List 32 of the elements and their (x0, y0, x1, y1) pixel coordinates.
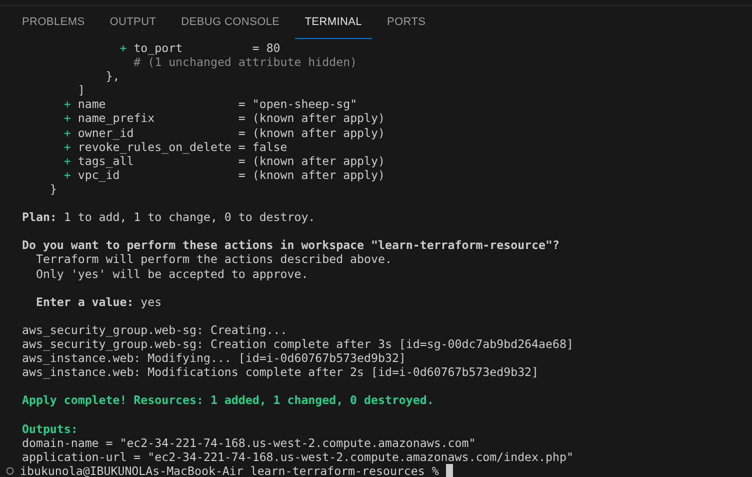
circle-icon (6, 466, 14, 475)
output-line: Only 'yes' will be accepted to approve. (34, 266, 308, 281)
output-line: application-url = "ec2-34-221-74-168.us-west-2.compute.amazonaws.com/index.php" (22, 450, 574, 464)
output-line: ] (76, 83, 85, 98)
diff-line: + to_port = 80 (118, 41, 280, 56)
output-line: domain-name = "ec2-34-221-74-168.us-west-2.compute.amazonaws.com" (22, 436, 476, 450)
output-line: } (48, 182, 57, 196)
panel-tab[interactable]: TERMINAL (294, 6, 372, 39)
success-message: Outputs: (22, 422, 78, 436)
diff-line: + name_prefix = (known after apply) (62, 111, 385, 126)
output-line: Terraform will perform the actions described above. (34, 252, 392, 266)
prompt-question: Do you want to perform these actions in workspace "learn-terraform-resource"? (22, 238, 560, 252)
diff-line: + name = "open-sheep-sg" (62, 97, 358, 112)
panel-tab[interactable]: PORTS (376, 6, 436, 39)
panel-tab[interactable]: DEBUG CONSOLE (171, 6, 290, 39)
comment-line: # (1 unchanged attribute hidden) (132, 55, 358, 70)
shell-prompt: ibukunola@IBUKUNOLAs-MacBook-Air learn-terraform-resources % (20, 464, 439, 477)
diff-line: + vpc_id = (known after apply) (62, 168, 385, 182)
panel-tab[interactable]: PROBLEMS (12, 6, 95, 39)
success-message: Apply complete! Resources: 1 added, 1 changed, 0 destroyed. (22, 393, 434, 408)
output-line: }, (104, 69, 120, 84)
output-line: aws_security_group.web-sg: Creating... (22, 322, 288, 337)
output-line: Enter a value: yes (34, 294, 162, 309)
panel-tab[interactable]: OUTPUT (100, 6, 166, 39)
output-line: aws_instance.web: Modifications complete after 2s [id=i-0d60767b573ed9b32] (22, 365, 539, 380)
diff-line: + owner_id = (known after apply) (62, 126, 385, 140)
output-line: Plan: 1 to add, 1 to change, 0 to destroy. (22, 210, 316, 224)
diff-line: + revoke_rules_on_delete = false (62, 140, 288, 154)
output-line: aws_instance.web: Modifying... [id=i-0d60767b573ed9b32] (22, 351, 406, 366)
text-cursor (446, 464, 453, 477)
diff-line: + tags_all = (known after apply) (62, 154, 385, 168)
output-line: aws_security_group.web-sg: Creation complete after 3s [id=sg-00dc7ab9bd264ae68] (22, 336, 574, 352)
